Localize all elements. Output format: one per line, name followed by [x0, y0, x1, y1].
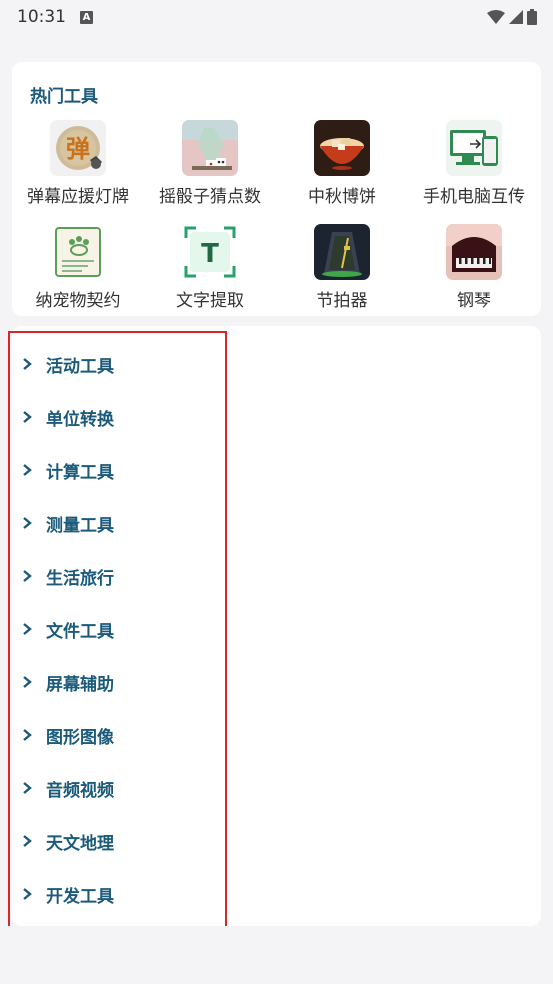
text-extract-icon: T [182, 224, 238, 280]
category-label: 活动工具 [46, 356, 114, 377]
category-item[interactable]: 单位转换 [20, 397, 114, 437]
category-item[interactable]: 生活旅行 [20, 556, 114, 596]
chevron-right-icon [23, 517, 32, 529]
hot-tools-title: 热门工具 [30, 87, 98, 107]
tool-text-extract[interactable]: T 文字提取 [144, 224, 276, 311]
tool-label: 节拍器 [316, 291, 368, 311]
tool-danmu-lightboard[interactable]: 弹 弹幕应援灯牌 [12, 120, 144, 207]
mooncake-bowl-icon [314, 120, 370, 176]
category-label: 测量工具 [46, 515, 114, 536]
tool-label: 中秋博饼 [308, 187, 376, 207]
chevron-right-icon [23, 623, 32, 635]
tool-pet-contract[interactable]: 纳宠物契约 [12, 224, 144, 311]
category-item[interactable]: 音频视频 [20, 768, 114, 808]
metronome-icon [314, 224, 370, 280]
text-extract-glyph: T [201, 239, 219, 269]
category-item[interactable]: 计算工具 [20, 450, 114, 490]
category-item[interactable]: 文件工具 [20, 609, 114, 649]
piano-icon [446, 224, 502, 280]
chevron-right-icon [23, 358, 32, 370]
category-label: 图形图像 [46, 727, 114, 748]
category-label: 生活旅行 [46, 568, 114, 589]
tool-label: 弹幕应援灯牌 [27, 187, 129, 207]
tool-label: 文字提取 [176, 291, 244, 311]
hot-tools-card: 热门工具 弹 弹幕应援灯牌 摇骰子猜点数 中秋博饼 手机电脑互传 纳宠物契约 T… [12, 62, 541, 316]
category-label: 屏幕辅助 [46, 674, 114, 695]
tool-label: 钢琴 [457, 291, 491, 311]
phone-pc-transfer-icon [446, 120, 502, 176]
status-time: 10:31 [17, 7, 66, 27]
chevron-right-icon [23, 729, 32, 741]
danmu-lightboard-icon: 弹 [50, 120, 106, 176]
tool-label: 纳宠物契约 [35, 291, 121, 311]
category-label: 单位转换 [46, 409, 114, 430]
chevron-right-icon [23, 782, 32, 794]
category-label: 文件工具 [46, 621, 114, 642]
tool-label: 手机电脑互传 [423, 187, 525, 207]
category-item[interactable]: 图形图像 [20, 715, 114, 755]
header-spacer [0, 34, 553, 52]
dice-icon [182, 120, 238, 176]
category-label: 音频视频 [46, 780, 114, 801]
tool-dice[interactable]: 摇骰子猜点数 [144, 120, 276, 207]
category-item[interactable]: 屏幕辅助 [20, 662, 114, 702]
signal-icon [509, 10, 523, 24]
category-item[interactable]: 测量工具 [20, 503, 114, 543]
category-item[interactable]: 活动工具 [20, 344, 114, 384]
tool-piano[interactable]: 钢琴 [408, 224, 540, 311]
chevron-right-icon [23, 888, 32, 900]
pet-contract-icon [50, 224, 106, 280]
tool-phone-pc-transfer[interactable]: 手机电脑互传 [408, 120, 540, 207]
tool-mooncake[interactable]: 中秋博饼 [276, 120, 408, 207]
category-item[interactable]: 开发工具 [20, 874, 114, 914]
chevron-right-icon [23, 411, 32, 423]
status-indicators [487, 9, 537, 25]
status-bar: 10:31 A [0, 0, 553, 34]
tool-label: 摇骰子猜点数 [159, 187, 261, 207]
chevron-right-icon [23, 676, 32, 688]
wifi-icon [487, 10, 505, 24]
bottom-spacer [0, 926, 553, 984]
category-label: 计算工具 [46, 462, 114, 483]
tool-metronome[interactable]: 节拍器 [276, 224, 408, 311]
chevron-right-icon [23, 835, 32, 847]
category-label: 开发工具 [46, 886, 114, 907]
category-label: 天文地理 [46, 833, 114, 854]
battery-icon [527, 9, 537, 25]
chevron-right-icon [23, 570, 32, 582]
category-item[interactable]: 天文地理 [20, 821, 114, 861]
danmu-glyph: 弹 [66, 135, 90, 163]
notification-a-icon: A [80, 10, 93, 24]
chevron-right-icon [23, 464, 32, 476]
